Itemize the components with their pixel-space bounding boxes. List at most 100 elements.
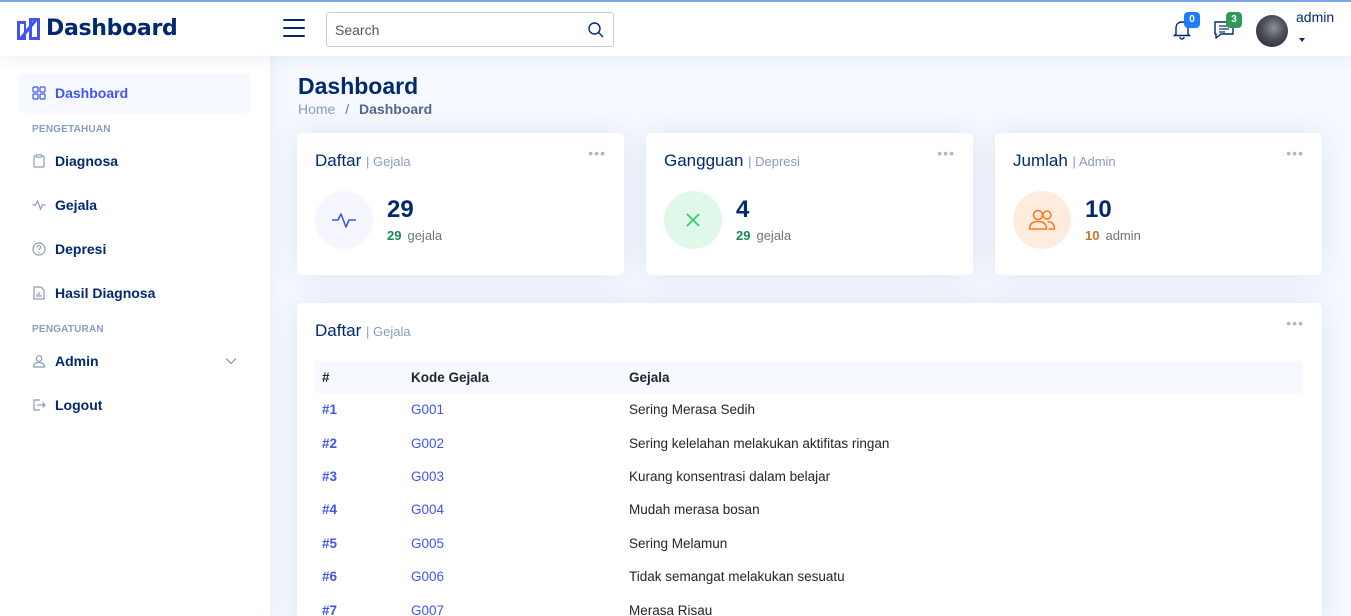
chevron-down-icon[interactable] [225,355,237,367]
kode-gejala[interactable]: G007 [404,593,622,616]
card-icon-circle [664,191,722,249]
gejala-text: Sering Melamun [629,535,728,551]
search-icon[interactable] [587,21,605,39]
caret-down-icon[interactable] [1299,38,1305,42]
sidebar-item-diagnosa[interactable]: Diagnosa [19,141,251,181]
more-options-icon[interactable]: ••• [588,145,606,161]
sidebar-item-label: Logout [55,397,103,413]
sidebar-item-depresi[interactable]: Depresi [19,229,251,269]
sidebar-item-logout[interactable]: Logout [19,385,251,425]
menu-toggle-icon[interactable] [283,19,305,37]
row-number[interactable]: #3 [315,460,404,493]
grid-icon [31,85,47,101]
table-row: #7 G007 Merasa Risau [315,593,1303,616]
row-number[interactable]: #7 [315,593,404,616]
table-row: #1 G001 Sering Merasa Sedih [315,393,1303,426]
people-icon [1028,209,1056,230]
kode-gejala[interactable]: G004 [404,493,622,526]
card-subvalue-label: gejala [756,228,792,243]
avatar[interactable] [1256,15,1288,47]
card-subvalue-number: 10 [1085,228,1100,243]
card-subtitle: | Gejala [366,324,411,339]
kode-gejala[interactable]: G006 [404,560,622,593]
gejala-table-card: Daftar | Gejala ••• # Kode Gejala Gejala… [297,303,1322,616]
row-number[interactable]: #2 [315,426,404,459]
kode-gejala[interactable]: G001 [404,393,622,426]
card-value: 4 [736,196,750,223]
breadcrumb-home[interactable]: Home [298,101,335,117]
table-row: #2 G002 Sering kelelahan melakukan aktif… [315,426,1303,459]
card-title-text: Jumlah [1013,151,1068,170]
table-row: #4 G004 Mudah merasa bosan [315,493,1303,526]
card-title: Daftar | Gejala [315,321,411,341]
messages-button[interactable]: 3 [1213,12,1242,40]
stat-card-daftar: Daftar | Gejala ••• 29 29 gejala [297,133,624,275]
kode-gejala[interactable]: G003 [404,460,622,493]
search-bar [326,12,614,47]
person-icon [31,353,47,369]
gejala-text: Sering kelelahan melakukan aktifitas rin… [629,435,890,451]
column-header: Gejala [629,369,670,385]
table-row: #3 G003 Kurang konsentrasi dalam belajar [315,460,1303,493]
search-input[interactable] [335,21,583,38]
column-header: Kode Gejala [411,369,490,385]
card-title-text: Daftar [315,151,362,170]
sidebar: Dashboard PENGETAHUAN Diagnosa Gejala De… [0,56,270,616]
row-number[interactable]: #4 [315,493,404,526]
gejala-text: Tidak semangat melakukan sesuatu [629,569,845,585]
notifications-button[interactable]: 0 [1171,12,1200,40]
stat-card-jumlah: Jumlah | Admin ••• 10 10 admin [995,133,1322,275]
sidebar-item-dashboard[interactable]: Dashboard [19,73,251,113]
card-subtitle: | Gejala [366,154,411,169]
top-header: Dashboard 0 3 admin [0,0,1351,56]
card-subtitle: | Admin [1072,154,1116,169]
more-options-icon[interactable]: ••• [1286,145,1304,161]
activity-icon [31,197,47,213]
gejala-table: # Kode Gejala Gejala #1 G001 Sering Mera… [315,361,1303,616]
sidebar-item-hasil-diagnosa[interactable]: Hasil Diagnosa [19,273,251,313]
row-number[interactable]: #5 [315,527,404,560]
sidebar-item-gejala[interactable]: Gejala [19,185,251,225]
logo[interactable]: Dashboard [17,16,178,41]
card-subvalue-label: gejala [407,228,443,243]
card-subvalue-label: admin [1105,228,1141,243]
question-circle-icon [31,241,47,257]
table-header-row: # Kode Gejala Gejala [315,361,1303,393]
card-subtitle: | Depresi [748,154,800,169]
card-subvalue: 29 gejala [736,228,791,243]
activity-icon [332,213,356,228]
table-row: #5 G005 Sering Melamun [315,527,1303,560]
card-title: Gangguan | Depresi [664,151,800,171]
sidebar-item-admin[interactable]: Admin [19,341,251,381]
card-value: 10 [1085,196,1112,223]
sidebar-heading: PENGETAHUAN [32,124,111,135]
card-title-text: Daftar [315,321,362,340]
gejala-text: Merasa Risau [629,602,713,616]
row-number[interactable]: #1 [315,393,404,426]
card-title: Jumlah | Admin [1013,151,1116,171]
sidebar-item-label: Dashboard [55,85,129,101]
page-title: Dashboard [298,73,419,99]
kode-gejala[interactable]: G005 [404,527,622,560]
file-chart-icon [31,285,47,301]
sidebar-item-label: Diagnosa [55,153,119,169]
notifications-badge: 0 [1184,12,1200,28]
card-icon-circle [315,191,373,249]
card-subvalue: 10 admin [1085,228,1141,243]
table-row: #6 G006 Tidak semangat melakukan sesuatu [315,560,1303,593]
breadcrumb: Home / Dashboard [298,101,432,117]
card-icon-circle [1013,191,1071,249]
sidebar-heading: PENGATURAN [32,324,104,335]
gejala-text: Mudah merasa bosan [629,502,760,518]
more-options-icon[interactable]: ••• [1286,315,1304,331]
kode-gejala[interactable]: G002 [404,426,622,459]
row-number[interactable]: #6 [315,560,404,593]
gejala-text: Sering Merasa Sedih [629,402,756,418]
card-value: 29 [387,196,414,223]
sidebar-item-label: Admin [55,353,99,369]
card-subvalue-number: 29 [387,228,402,243]
profile-name[interactable]: admin [1296,9,1334,25]
card-subvalue: 29 gejala [387,228,442,243]
more-options-icon[interactable]: ••• [937,145,955,161]
column-header: # [322,369,330,385]
